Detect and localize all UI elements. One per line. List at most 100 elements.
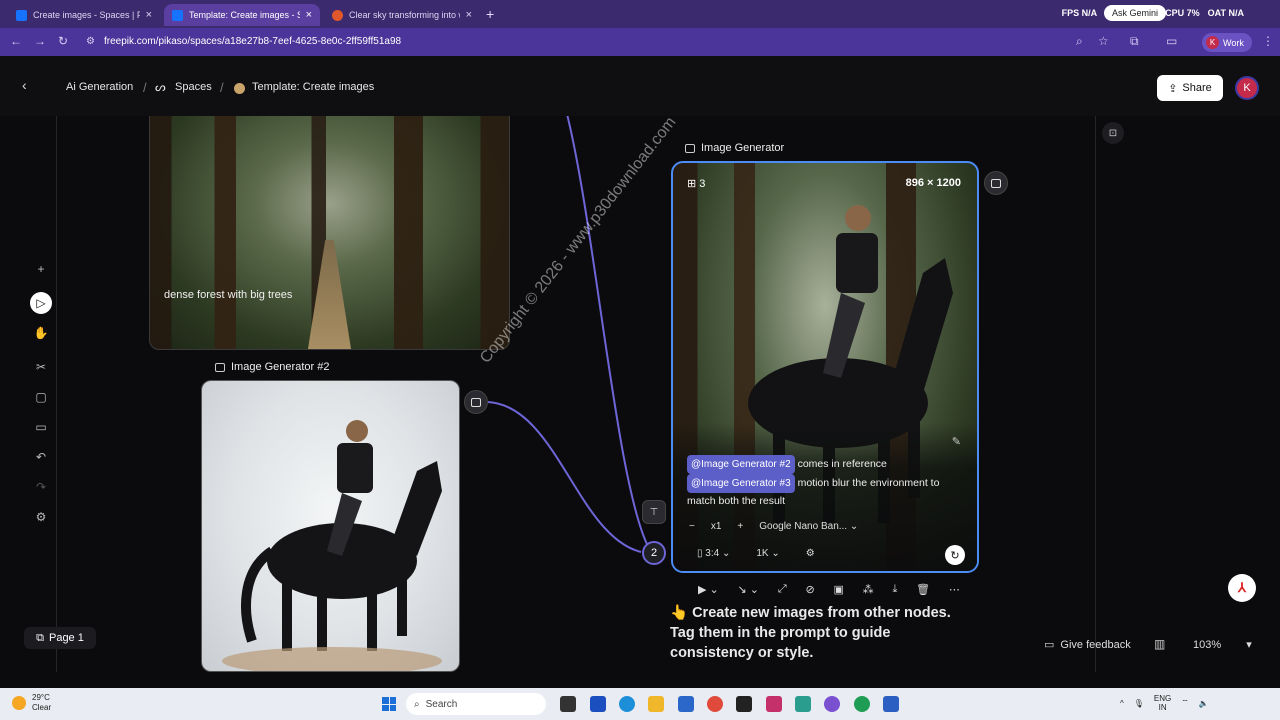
browser-tab-1[interactable]: Create images - Spaces | Freepik × — [8, 4, 160, 26]
menu-icon[interactable]: ⋮ — [1262, 34, 1274, 48]
region-label: IN — [1158, 703, 1167, 712]
back-icon[interactable]: ← — [10, 34, 22, 48]
run-icon[interactable]: ▶ ⌄ — [698, 583, 719, 596]
close-tab-icon[interactable]: × — [466, 9, 472, 21]
volume-icon[interactable]: 🔈 — [1199, 699, 1209, 708]
breadcrumb-ai-generation[interactable]: Ai Generation — [66, 81, 133, 93]
image-generator-node[interactable]: ⊞ 3 896 × 1200 ✎ @Image Generator #2 com… — [671, 161, 979, 573]
output-port-image-icon[interactable] — [464, 390, 488, 414]
cut-tool-icon[interactable]: ✂ — [30, 356, 52, 378]
zoom-icon[interactable]: ⌕ — [1076, 34, 1083, 49]
taskbar-search[interactable]: ⌕ Search — [406, 693, 546, 715]
bookmark-star-icon[interactable]: ☆ — [1098, 34, 1109, 48]
microphone-icon[interactable]: 🎙 — [1134, 699, 1144, 708]
settings-icon[interactable]: ⚙ — [806, 548, 815, 559]
model-select[interactable]: Google Nano Ban... ⌄ — [759, 521, 858, 532]
site-info-icon[interactable]: ⚙ — [86, 36, 95, 47]
close-tab-icon[interactable]: × — [146, 9, 152, 21]
breadcrumb-separator: / — [143, 80, 147, 95]
language-indicator[interactable]: ENG IN — [1154, 694, 1171, 712]
zoom-select[interactable]: 103% ▾ — [1193, 638, 1252, 651]
resolution-select[interactable]: 1K ⌄ — [756, 548, 779, 559]
image-generator-2-title[interactable]: Image Generator #2 — [215, 361, 329, 373]
more-icon[interactable]: ⋯ — [949, 583, 960, 596]
image-icon — [685, 143, 695, 153]
select-tool-icon[interactable]: ▷ — [30, 292, 52, 314]
word-icon[interactable] — [883, 696, 899, 712]
frame-tool-icon[interactable]: ▢ — [30, 386, 52, 408]
site-favicon-icon — [332, 9, 343, 21]
chrome-profile-icon[interactable] — [824, 696, 840, 712]
increase-quantity-button[interactable]: + — [737, 521, 743, 532]
browser-tab-3[interactable]: Clear sky transforming into wat × — [324, 4, 480, 26]
connect-icon[interactable]: ↘ ⌄ — [738, 583, 760, 596]
prompt-field[interactable]: @Image Generator #2 comes in reference @… — [687, 455, 967, 510]
add-node-icon[interactable]: + — [30, 258, 52, 280]
breadcrumb-spaces[interactable]: Spaces — [175, 81, 212, 93]
new-tab-icon[interactable]: + — [486, 6, 494, 22]
group-icon[interactable]: ⁂ — [863, 583, 874, 596]
compare-icon[interactable]: ⊘ — [805, 583, 814, 596]
image-generator-2-output[interactable] — [201, 380, 460, 672]
regenerate-button[interactable]: ↻ — [945, 545, 965, 565]
prompt-tag[interactable]: @Image Generator #2 — [687, 455, 795, 474]
output-port-image-icon[interactable] — [984, 171, 1008, 195]
input-text-port-icon[interactable]: ⊤ — [642, 500, 666, 524]
aspect-ratio-select[interactable]: ▯ 3:4 ⌄ — [697, 548, 730, 559]
chrome-icon[interactable] — [854, 696, 870, 712]
zoom-value: 103% — [1193, 639, 1222, 651]
page-selector[interactable]: ⧉ Page 1 — [24, 627, 96, 649]
url-field[interactable]: freepik.com/pikaso/spaces/a18e27b8-7eef-… — [104, 36, 401, 47]
chevron-up-icon[interactable]: ^ — [1120, 699, 1124, 708]
file-explorer-icon[interactable] — [648, 696, 664, 712]
reload-icon[interactable]: ↻ — [58, 34, 68, 48]
chrome-icon[interactable] — [707, 696, 723, 712]
back-button[interactable]: ‹ — [22, 77, 42, 97]
download-icon[interactable]: ⤓ — [892, 583, 897, 596]
close-tab-icon[interactable]: × — [306, 9, 312, 21]
weather-widget[interactable]: 29°C Clear — [12, 693, 51, 713]
app-icon[interactable] — [766, 696, 782, 712]
browser-tab-2[interactable]: Template: Create images - Spaces × — [164, 4, 320, 26]
canvas-settings-icon[interactable]: ⚙ — [30, 506, 52, 528]
user-avatar[interactable]: K — [1235, 76, 1259, 100]
hand-tool-icon[interactable]: ✋ — [30, 322, 52, 344]
profile-button[interactable]: K Work — [1202, 33, 1252, 52]
app-icon[interactable] — [736, 696, 752, 712]
weather-condition: Clear — [32, 703, 52, 712]
decrease-quantity-button[interactable]: − — [689, 521, 695, 532]
breadcrumb-template[interactable]: Template: Create images — [252, 81, 374, 93]
redo-icon[interactable]: ↷ — [30, 476, 52, 498]
horse-rider-figure — [222, 420, 442, 671]
image-edit-icon[interactable]: ▣ — [833, 583, 843, 596]
app-icon[interactable] — [590, 696, 606, 712]
forward-icon[interactable]: → — [34, 34, 46, 48]
input-connector-count[interactable]: 2 — [642, 541, 666, 565]
extensions-icon[interactable]: ⧉ — [1130, 34, 1139, 49]
delete-icon[interactable]: 🗑 — [916, 583, 930, 596]
image-generator-title[interactable]: Image Generator — [685, 142, 784, 154]
expand-icon[interactable]: ⤢ — [778, 583, 787, 596]
share-button[interactable]: ⇪ Share — [1157, 75, 1223, 101]
undo-icon[interactable]: ↶ — [30, 446, 52, 468]
windows-start-icon[interactable] — [382, 697, 396, 711]
give-feedback-button[interactable]: ▭ Give feedback — [1044, 638, 1131, 652]
page-icon: ⧉ — [36, 631, 44, 644]
store-icon[interactable] — [678, 696, 694, 712]
minimap-icon[interactable]: ▥ — [1154, 637, 1165, 651]
app-icon[interactable] — [560, 696, 576, 712]
forest-image-node[interactable]: dense forest with big trees — [149, 116, 510, 350]
variations-count[interactable]: ⊞ 3 — [687, 177, 705, 190]
pdf-extension-icon[interactable]: ⅄ — [1228, 574, 1256, 602]
hint-text: 👆 Create new images from other nodes. Ta… — [670, 605, 951, 661]
wifi-icon[interactable]: ⌔ — [1181, 698, 1189, 708]
share-label: Share — [1182, 82, 1212, 94]
sidebar-icon[interactable]: ▭ — [1166, 34, 1177, 48]
tab-title: Clear sky transforming into wat — [349, 10, 460, 20]
edit-prompt-icon[interactable]: ✎ — [952, 435, 961, 448]
comment-tool-icon[interactable]: ▭ — [30, 416, 52, 438]
edge-icon[interactable] — [619, 696, 635, 712]
prompt-tag[interactable]: @Image Generator #3 — [687, 474, 795, 493]
app-icon[interactable] — [795, 696, 811, 712]
panel-toggle-icon[interactable]: ⊡ — [1102, 122, 1124, 144]
